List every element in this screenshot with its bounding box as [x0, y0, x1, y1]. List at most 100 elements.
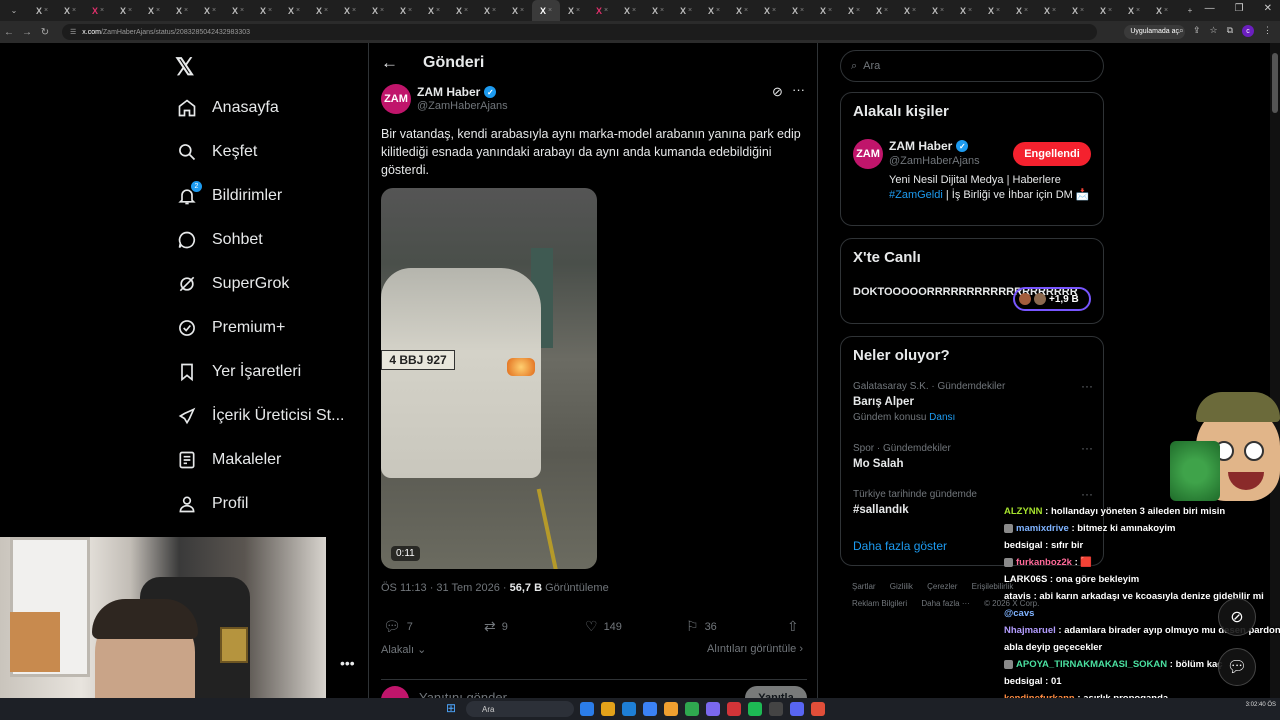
browser-tab[interactable]: X × — [840, 0, 868, 21]
taskbar-app-icon[interactable] — [790, 702, 804, 716]
share-icon[interactable]: ⇪ — [1193, 25, 1201, 37]
post-video[interactable]: 4 BBJ 927 0:11 — [381, 188, 597, 569]
restore-icon[interactable]: ❐ — [1235, 3, 1244, 14]
back-nav-icon[interactable]: ← — [0, 27, 18, 38]
tab-close-icon[interactable]: × — [520, 7, 524, 14]
tab-close-icon[interactable]: × — [72, 7, 76, 14]
footer-link[interactable]: Daha fazla ··· — [921, 599, 969, 608]
url-field[interactable]: ☰ x.com/ZamHaberAjans/status/20832850424… — [62, 24, 1097, 40]
tab-close-icon[interactable]: × — [716, 7, 720, 14]
sort-relevant-dropdown[interactable]: Alakalı ⌄ — [381, 643, 426, 656]
close-window-icon[interactable]: ✕ — [1264, 3, 1272, 14]
footer-link[interactable]: Gizlilik — [890, 582, 913, 591]
tab-search-icon[interactable]: ⌄ — [0, 0, 28, 21]
browser-tab[interactable]: X × — [252, 0, 280, 21]
sidebar-item-explore[interactable]: Keşfet — [176, 141, 257, 163]
browser-tab[interactable]: X × — [1148, 0, 1176, 21]
browser-tab[interactable]: X × — [784, 0, 812, 21]
trend-item[interactable]: Galatasaray S.K. · Gündemdekiler Barış A… — [853, 379, 1093, 423]
search-input[interactable]: ⌕ Ara — [840, 50, 1104, 82]
trend-more-icon[interactable]: ··· — [1081, 379, 1093, 393]
browser-tab[interactable]: X × — [112, 0, 140, 21]
scrollbar-thumb[interactable] — [1272, 53, 1278, 113]
tab-close-icon[interactable]: × — [156, 7, 160, 14]
tab-close-icon[interactable]: × — [548, 7, 552, 14]
browser-tab[interactable]: X × — [168, 0, 196, 21]
tab-close-icon[interactable]: × — [912, 7, 916, 14]
sidebar-item-profile[interactable]: Profil — [176, 493, 248, 515]
browser-tab[interactable]: X × — [700, 0, 728, 21]
site-info-icon[interactable]: ☰ — [70, 28, 76, 36]
taskbar-app-icon[interactable] — [643, 702, 657, 716]
sidebar-item-articles[interactable]: Makaleler — [176, 449, 281, 471]
tab-close-icon[interactable]: × — [352, 7, 356, 14]
taskbar-app-icon[interactable] — [685, 702, 699, 716]
author-name[interactable]: ZAM Haber ✓ — [417, 85, 497, 99]
x-logo[interactable]: 𝕏 — [175, 53, 194, 82]
show-more-link[interactable]: Daha fazla göster — [853, 539, 947, 553]
tab-close-icon[interactable]: × — [604, 7, 608, 14]
browser-tab[interactable]: X × — [308, 0, 336, 21]
tab-close-icon[interactable]: × — [268, 7, 272, 14]
browser-tab[interactable]: X × — [336, 0, 364, 21]
taskbar-app-icon[interactable] — [727, 702, 741, 716]
browser-tab[interactable]: X × — [392, 0, 420, 21]
taskbar-search[interactable]: Ara — [466, 701, 574, 717]
taskbar-app-icon[interactable] — [601, 702, 615, 716]
taskbar-app-icon[interactable] — [664, 702, 678, 716]
browser-tab[interactable]: X × — [280, 0, 308, 21]
browser-tab[interactable]: X × — [868, 0, 896, 21]
tab-close-icon[interactable]: × — [44, 7, 48, 14]
browser-tab[interactable]: X × — [56, 0, 84, 21]
footer-link[interactable]: Reklam Bilgileri — [852, 599, 907, 608]
browser-tab[interactable]: X × — [896, 0, 924, 21]
open-in-app-button[interactable]: Uygulamada aç — [1124, 25, 1185, 39]
clock[interactable]: 3:02:40 ÖS — [1246, 702, 1276, 708]
browser-tab[interactable]: X × — [448, 0, 476, 21]
taskbar-app-icon[interactable] — [706, 702, 720, 716]
browser-tab[interactable]: X × — [924, 0, 952, 21]
related-handle[interactable]: @ZamHaberAjans — [889, 155, 980, 167]
tab-close-icon[interactable]: × — [240, 7, 244, 14]
browser-tab[interactable]: X × — [952, 0, 980, 21]
browser-tab[interactable]: X × — [588, 0, 616, 21]
bio-hashtag[interactable]: #ZamGeldi — [889, 189, 943, 201]
trend-more-icon[interactable]: ··· — [1081, 487, 1093, 501]
bookmark-action[interactable]: ⚐ 36 — [686, 618, 717, 635]
tab-close-icon[interactable]: × — [380, 7, 384, 14]
post-timestamp[interactable]: ÖS 11:13 · 31 Tem 2026 · — [381, 582, 510, 594]
minimize-icon[interactable]: — — [1205, 3, 1215, 14]
tab-close-icon[interactable]: × — [464, 7, 468, 14]
tab-close-icon[interactable]: × — [184, 7, 188, 14]
browser-tab[interactable]: X × — [1092, 0, 1120, 21]
tab-close-icon[interactable]: × — [660, 7, 664, 14]
sidebar-item-home[interactable]: Anasayfa — [176, 97, 279, 119]
browser-tab[interactable]: X × — [196, 0, 224, 21]
tab-close-icon[interactable]: × — [296, 7, 300, 14]
new-tab-icon[interactable]: + — [1176, 0, 1204, 21]
extensions-icon[interactable]: ⧉ — [1227, 25, 1233, 37]
forward-nav-icon[interactable]: → — [18, 27, 36, 38]
windows-start-icon[interactable]: ⊞ — [446, 701, 456, 715]
repost-action[interactable]: ⇄ 9 — [484, 618, 508, 635]
trend-item[interactable]: Spor · Gündemdekiler Mo Salah ··· — [853, 441, 1093, 470]
sidebar-item-supergrok[interactable]: SuperGrok — [176, 273, 289, 295]
footer-link[interactable]: Şartlar — [852, 582, 876, 591]
related-name[interactable]: ZAM Haber ✓ — [889, 139, 969, 153]
sidebar-item-creator-studio[interactable]: İçerik Üreticisi St... — [176, 405, 344, 427]
browser-tab[interactable]: X × — [1120, 0, 1148, 21]
more-options-icon[interactable]: ··· — [792, 82, 805, 97]
taskbar-app-icon[interactable] — [622, 702, 636, 716]
tab-close-icon[interactable]: × — [800, 7, 804, 14]
sidebar-item-notifications[interactable]: 2 Bildirimler — [176, 181, 282, 207]
browser-tab[interactable]: X × — [224, 0, 252, 21]
tab-close-icon[interactable]: × — [772, 7, 776, 14]
reply-action[interactable]: 💬︎ 7 — [383, 618, 413, 635]
tab-close-icon[interactable]: × — [436, 7, 440, 14]
messages-fab-icon[interactable]: 💬︎ — [1218, 648, 1256, 686]
browser-tab[interactable]: X × — [812, 0, 840, 21]
blocked-button[interactable]: Engellendi — [1013, 142, 1091, 166]
tab-close-icon[interactable]: × — [828, 7, 832, 14]
view-quotes-link[interactable]: Alıntıları görüntüle › — [707, 643, 803, 655]
browser-tab[interactable]: X × — [616, 0, 644, 21]
